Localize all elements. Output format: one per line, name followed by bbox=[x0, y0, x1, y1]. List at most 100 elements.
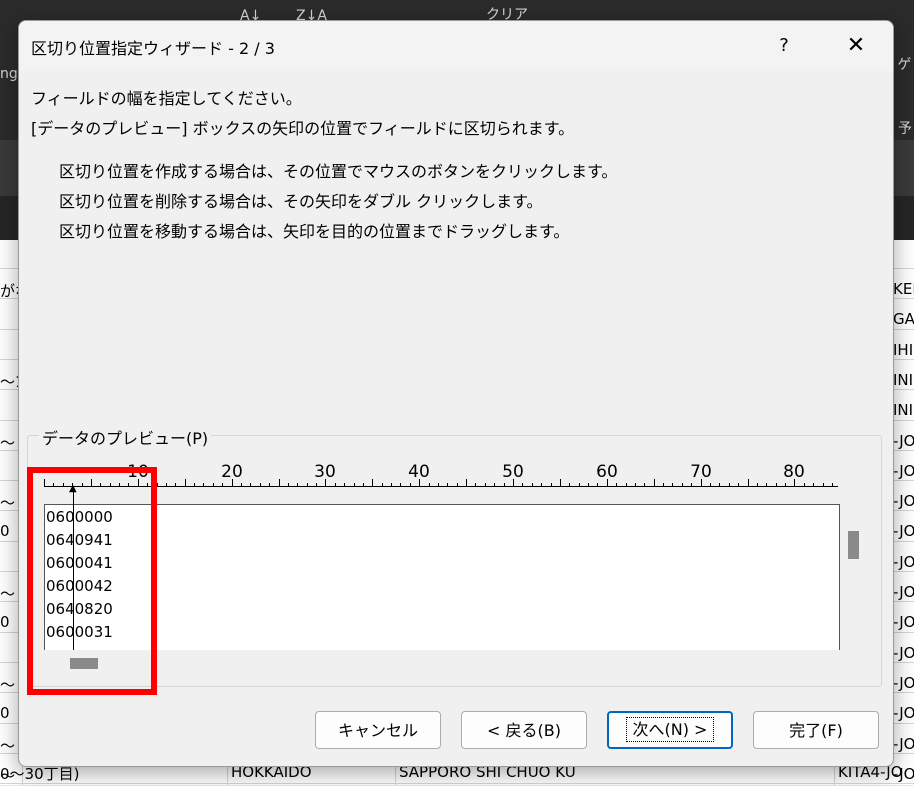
ruler-tick bbox=[691, 483, 692, 487]
worksheet-cell[interactable]: ～ bbox=[0, 492, 15, 513]
ruler-tick bbox=[663, 483, 664, 487]
tip-create-break: 区切り位置を作成する場合は、その位置でマウスのボタンをクリックします。 bbox=[59, 162, 618, 181]
ruler-tick bbox=[757, 483, 758, 487]
ribbon-fragment-right-2: 予 bbox=[898, 121, 912, 137]
column-ruler[interactable]: 10 20 30 40 50 60 70 80 bbox=[44, 462, 864, 492]
ruler-tick bbox=[522, 483, 523, 487]
ruler-tick bbox=[400, 483, 401, 487]
worksheet-cell[interactable]: -JO bbox=[893, 522, 914, 540]
annotation-highlight-box bbox=[27, 467, 157, 695]
ruler-tick bbox=[363, 483, 364, 487]
ruler-tick bbox=[410, 483, 411, 487]
ruler-number: 50 bbox=[502, 462, 524, 482]
next-button[interactable]: 次へ(N) > bbox=[607, 711, 733, 749]
ruler-tick bbox=[588, 483, 589, 487]
ruler-number: 20 bbox=[221, 462, 243, 482]
worksheet-cell[interactable]: ～ bbox=[0, 583, 15, 604]
ruler-tick bbox=[475, 483, 476, 487]
text-to-columns-wizard-dialog: 区切り位置指定ウィザード - 2 / 3 ? ✕ フィールドの幅を指定してくださ… bbox=[18, 20, 894, 767]
worksheet-cell[interactable]: -JO bbox=[893, 462, 914, 480]
dialog-title: 区切り位置指定ウィザード - 2 / 3 bbox=[31, 39, 275, 58]
ruler-tick bbox=[213, 483, 214, 487]
ruler-tick bbox=[166, 483, 167, 487]
ruler-tick bbox=[485, 483, 486, 487]
ruler-tick bbox=[644, 483, 645, 487]
next-button-label: 次へ(N) > bbox=[625, 717, 715, 742]
cancel-button[interactable]: キャンセル bbox=[315, 711, 441, 749]
ruler-number: 70 bbox=[690, 462, 712, 482]
ruler-tick bbox=[626, 483, 627, 487]
ruler-number: 60 bbox=[596, 462, 618, 482]
worksheet-cell[interactable]: 0 bbox=[0, 613, 10, 631]
ruler-tick bbox=[832, 483, 833, 487]
ruler-tick bbox=[391, 483, 392, 487]
instruction-line-2: [データのプレビュー] ボックスの矢印の位置でフィールドに区切られます。 bbox=[31, 119, 575, 138]
ruler-tick bbox=[804, 483, 805, 487]
ruler-tick bbox=[466, 479, 467, 487]
back-button[interactable]: < 戻る(B) bbox=[461, 711, 587, 749]
worksheet-cell[interactable]: -JO bbox=[893, 553, 914, 571]
ruler-tick bbox=[569, 483, 570, 487]
ruler-tick bbox=[504, 483, 505, 487]
ruler-tick bbox=[157, 483, 158, 487]
ruler-tick bbox=[354, 483, 355, 487]
ruler-tick bbox=[748, 479, 749, 487]
worksheet-cell[interactable]: -JO bbox=[893, 674, 914, 692]
worksheet-cell[interactable]: KEI bbox=[893, 280, 914, 298]
worksheet-cell[interactable]: 0 bbox=[0, 704, 10, 722]
ruler-tick bbox=[307, 483, 308, 487]
ruler-tick bbox=[457, 483, 458, 487]
worksheet-cell[interactable]: -JO bbox=[893, 432, 914, 450]
tip-delete-break: 区切り位置を削除する場合は、その矢印をダブル クリックします。 bbox=[59, 192, 543, 211]
ruler-tick bbox=[335, 483, 336, 487]
ruler-tick bbox=[372, 479, 373, 487]
ruler-tick bbox=[560, 479, 561, 487]
ruler-tick bbox=[541, 483, 542, 487]
worksheet-cell[interactable]: -JO bbox=[893, 613, 914, 631]
ruler-number: 40 bbox=[408, 462, 430, 482]
worksheet-cell[interactable]: ～ bbox=[0, 432, 15, 453]
worksheet-cell[interactable]: -JO bbox=[893, 492, 914, 510]
ruler-tick bbox=[297, 483, 298, 487]
worksheet-cell[interactable]: ～ bbox=[0, 735, 15, 756]
worksheet-cell[interactable]: -JO bbox=[893, 704, 914, 722]
finish-button[interactable]: 完了(F) bbox=[753, 711, 879, 749]
ruler-tick bbox=[288, 483, 289, 487]
worksheet-cell[interactable]: IHI bbox=[893, 341, 913, 359]
ruler-tick bbox=[785, 483, 786, 487]
ruler-tick bbox=[710, 483, 711, 487]
worksheet-cell[interactable]: INI bbox=[893, 401, 913, 419]
worksheet-cell[interactable]: INI bbox=[893, 371, 913, 389]
ruler-tick bbox=[194, 483, 195, 487]
worksheet-cell[interactable]: -JO bbox=[893, 644, 914, 662]
ruler-tick bbox=[447, 483, 448, 487]
ruler-tick bbox=[813, 483, 814, 487]
ruler-tick bbox=[185, 479, 186, 487]
ruler-tick bbox=[203, 483, 204, 487]
preview-vertical-scrollbar[interactable] bbox=[848, 531, 859, 559]
ruler-tick bbox=[597, 483, 598, 487]
ruler-tick bbox=[823, 483, 824, 487]
ruler-tick bbox=[175, 483, 176, 487]
ruler-tick bbox=[729, 483, 730, 487]
ruler-tick bbox=[738, 483, 739, 487]
worksheet-cell[interactable]: 0 bbox=[0, 522, 10, 540]
ruler-tick bbox=[279, 479, 280, 487]
close-button[interactable]: ✕ bbox=[831, 27, 881, 65]
ruler-tick bbox=[250, 483, 251, 487]
worksheet-cell[interactable]: ～ bbox=[0, 674, 15, 695]
ruler-tick bbox=[532, 483, 533, 487]
ruler-tick bbox=[494, 483, 495, 487]
ruler-tick bbox=[672, 483, 673, 487]
worksheet-cell[interactable]: -JO bbox=[893, 583, 914, 601]
ruler-tick bbox=[766, 483, 767, 487]
ruler-tick bbox=[222, 483, 223, 487]
help-button[interactable]: ? bbox=[759, 27, 809, 65]
ruler-tick bbox=[551, 483, 552, 487]
grid-line bbox=[0, 783, 914, 784]
worksheet-cell[interactable]: GA bbox=[893, 310, 914, 328]
ruler-tick bbox=[579, 483, 580, 487]
data-preview-box[interactable]: 0600000 0640941 0600041 0600042 0640820 … bbox=[44, 504, 840, 650]
ruler-tick bbox=[241, 483, 242, 487]
worksheet-cell[interactable]: -JO bbox=[893, 735, 914, 753]
